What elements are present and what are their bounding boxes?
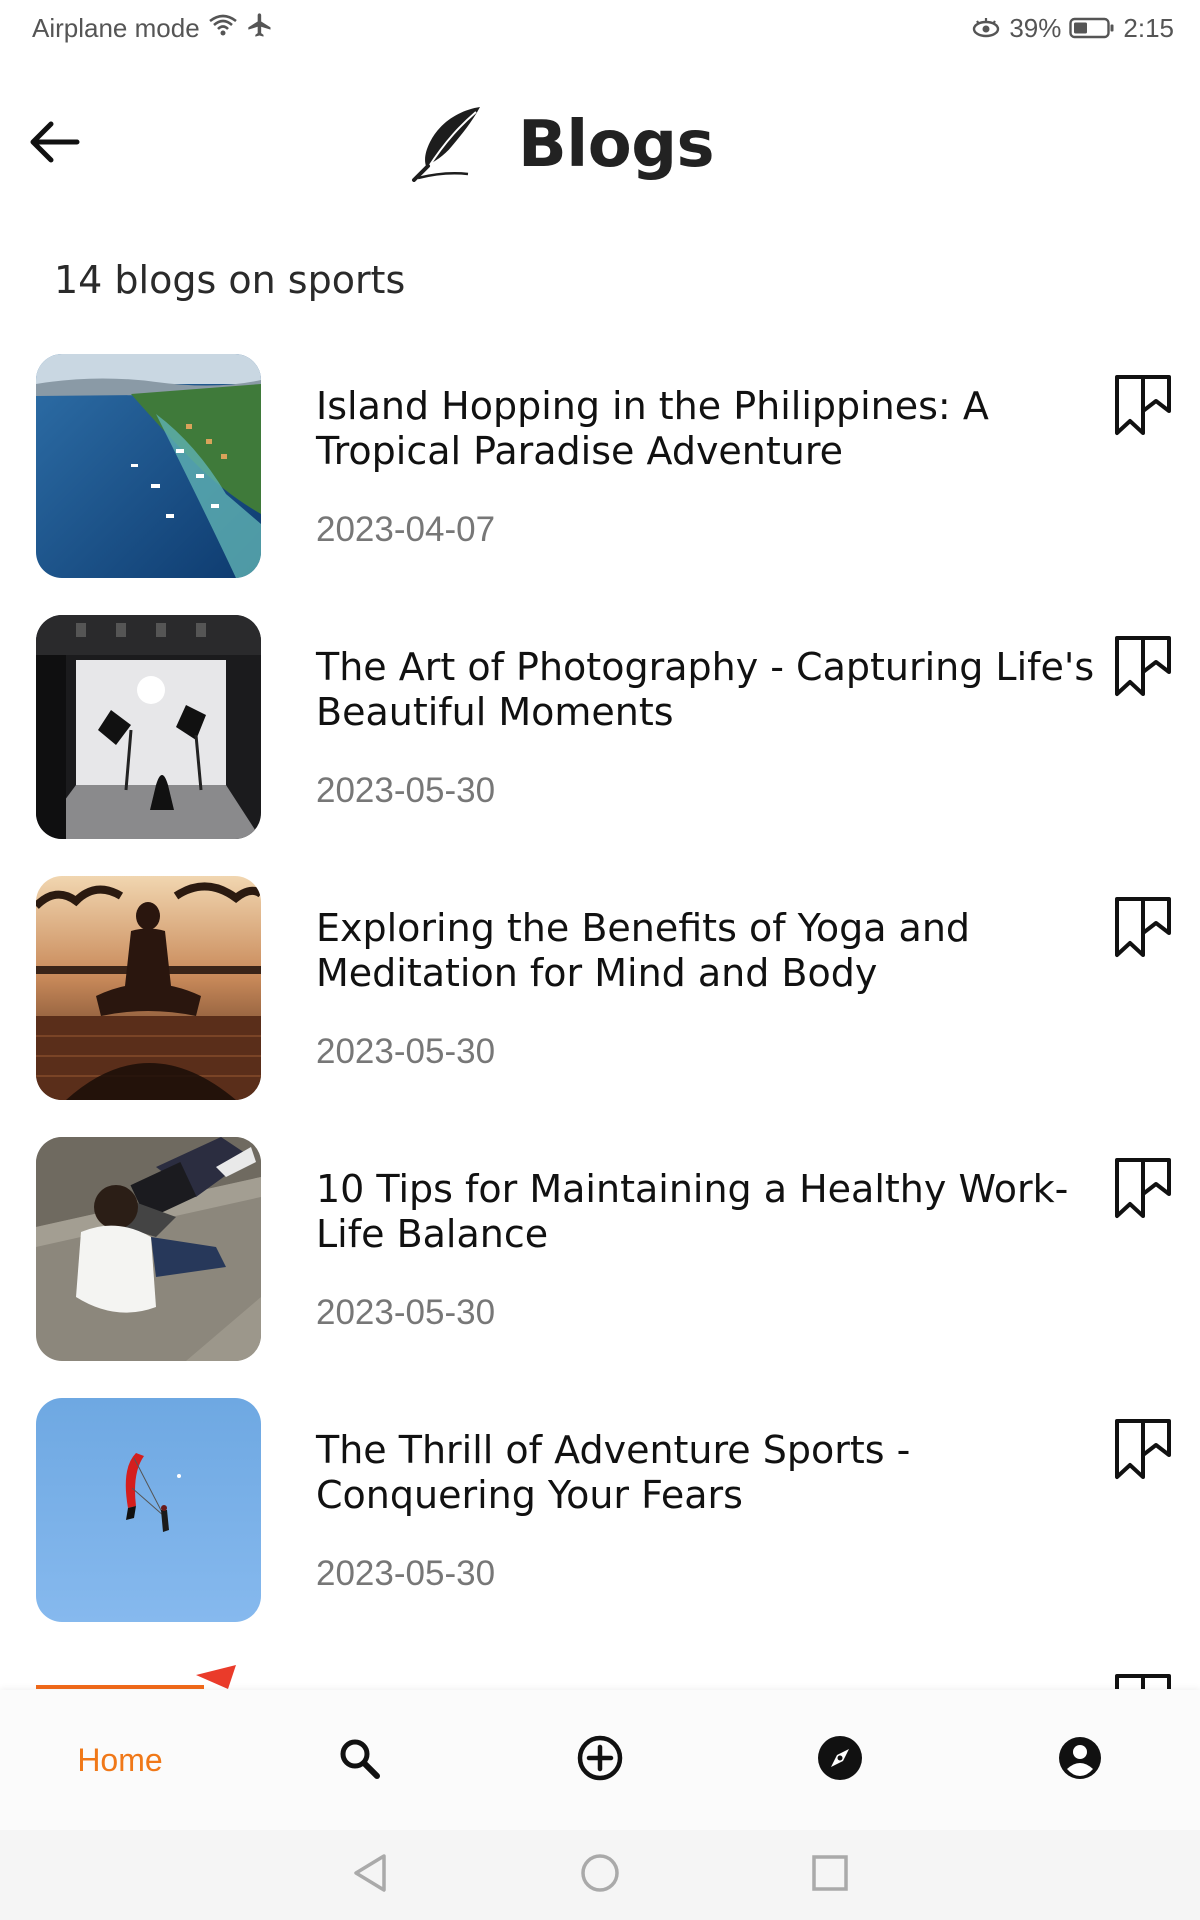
bookmark-icon bbox=[1113, 373, 1173, 442]
page-title: Blogs bbox=[518, 108, 715, 182]
search-icon bbox=[337, 1736, 381, 1785]
arrow-left-icon bbox=[27, 119, 81, 170]
blog-date: 2023-04-07 bbox=[316, 510, 496, 549]
bookmark-icon bbox=[1113, 634, 1173, 703]
profile-icon bbox=[1057, 1735, 1103, 1786]
status-bar: Airplane mode 39% 2:15 bbox=[0, 0, 1200, 56]
system-recents-button[interactable] bbox=[800, 1845, 860, 1905]
blog-list-item[interactable]: Exploring the Benefits of Yoga and Medit… bbox=[0, 876, 1200, 1100]
nav-add[interactable] bbox=[520, 1690, 680, 1830]
blog-title[interactable]: 10 Tips for Maintaining a Healthy Work-L… bbox=[316, 1167, 1096, 1257]
paraglider-sky-thumbnail bbox=[36, 1398, 261, 1622]
bookmark-button[interactable] bbox=[1112, 1418, 1174, 1484]
laptop-on-steps-thumbnail bbox=[36, 1137, 261, 1361]
blog-list-item[interactable]: Island Hopping in the Philippines: A Tro… bbox=[0, 354, 1200, 578]
airplane-icon bbox=[246, 11, 274, 46]
blog-list[interactable]: Island Hopping in the Philippines: A Tro… bbox=[0, 354, 1200, 1689]
bookmark-button[interactable] bbox=[1112, 896, 1174, 962]
nav-profile[interactable] bbox=[1000, 1690, 1160, 1830]
meditation-sunset-thumbnail bbox=[36, 876, 261, 1100]
clock-time: 2:15 bbox=[1123, 12, 1174, 43]
coastal-islands-thumbnail bbox=[36, 354, 261, 578]
blog-date: 2023-05-30 bbox=[316, 1554, 496, 1593]
bookmark-button[interactable] bbox=[1112, 374, 1174, 440]
bookmark-icon bbox=[1113, 1156, 1173, 1225]
blog-list-item[interactable]: The Art of Photography - Capturing Life'… bbox=[0, 615, 1200, 839]
wifi-icon bbox=[208, 12, 238, 45]
blog-count-label: 14 blogs on sports bbox=[54, 258, 406, 302]
compass-icon bbox=[816, 1734, 864, 1787]
nav-home[interactable]: Home bbox=[40, 1690, 200, 1830]
system-navigation-bar bbox=[0, 1830, 1200, 1920]
back-button[interactable] bbox=[22, 112, 86, 176]
circle-home-icon bbox=[580, 1853, 620, 1898]
blog-list-item[interactable] bbox=[0, 1659, 1200, 1689]
square-recents-icon bbox=[811, 1854, 849, 1897]
feather-quill-icon bbox=[410, 104, 484, 187]
system-back-button[interactable] bbox=[340, 1845, 400, 1905]
bookmark-button[interactable] bbox=[1112, 635, 1174, 701]
nav-explore[interactable] bbox=[760, 1690, 920, 1830]
bookmark-icon bbox=[1113, 1672, 1173, 1689]
airplane-mode-label: Airplane mode bbox=[32, 12, 200, 43]
app-header: Blogs bbox=[0, 90, 1200, 200]
battery-icon bbox=[1069, 16, 1115, 40]
system-home-button[interactable] bbox=[570, 1845, 630, 1905]
blog-title[interactable]: Exploring the Benefits of Yoga and Medit… bbox=[316, 906, 1096, 996]
bookmark-button[interactable] bbox=[1112, 1673, 1174, 1689]
eye-comfort-icon bbox=[971, 16, 1001, 40]
partial-thumbnail bbox=[36, 1659, 261, 1689]
status-left: Airplane mode bbox=[32, 11, 274, 46]
status-right: 39% 2:15 bbox=[971, 13, 1174, 44]
photo-studio-thumbnail bbox=[36, 615, 261, 839]
header-title-group: Blogs bbox=[410, 100, 715, 190]
blog-date: 2023-05-30 bbox=[316, 771, 496, 810]
blog-title[interactable]: Island Hopping in the Philippines: A Tro… bbox=[316, 384, 1096, 474]
nav-search[interactable] bbox=[279, 1690, 439, 1830]
blog-list-item[interactable]: 10 Tips for Maintaining a Healthy Work-L… bbox=[0, 1137, 1200, 1361]
blog-title[interactable]: The Thrill of Adventure Sports - Conquer… bbox=[316, 1428, 1096, 1518]
triangle-back-icon bbox=[350, 1852, 390, 1899]
add-circle-icon bbox=[576, 1734, 624, 1787]
blog-date: 2023-05-30 bbox=[316, 1032, 496, 1071]
bookmark-button[interactable] bbox=[1112, 1157, 1174, 1223]
blog-date: 2023-05-30 bbox=[316, 1293, 496, 1332]
nav-home-label: Home bbox=[77, 1741, 163, 1778]
blog-list-item[interactable]: The Thrill of Adventure Sports - Conquer… bbox=[0, 1398, 1200, 1622]
battery-percent: 39% bbox=[1009, 12, 1062, 43]
bookmark-icon bbox=[1113, 1417, 1173, 1486]
blogs-screen: Airplane mode 39% 2:15 Blogs 14 blogs on… bbox=[0, 0, 1200, 1920]
bookmark-icon bbox=[1113, 895, 1173, 964]
blog-title[interactable]: The Art of Photography - Capturing Life'… bbox=[316, 645, 1096, 735]
bottom-navigation: Home bbox=[0, 1690, 1200, 1830]
